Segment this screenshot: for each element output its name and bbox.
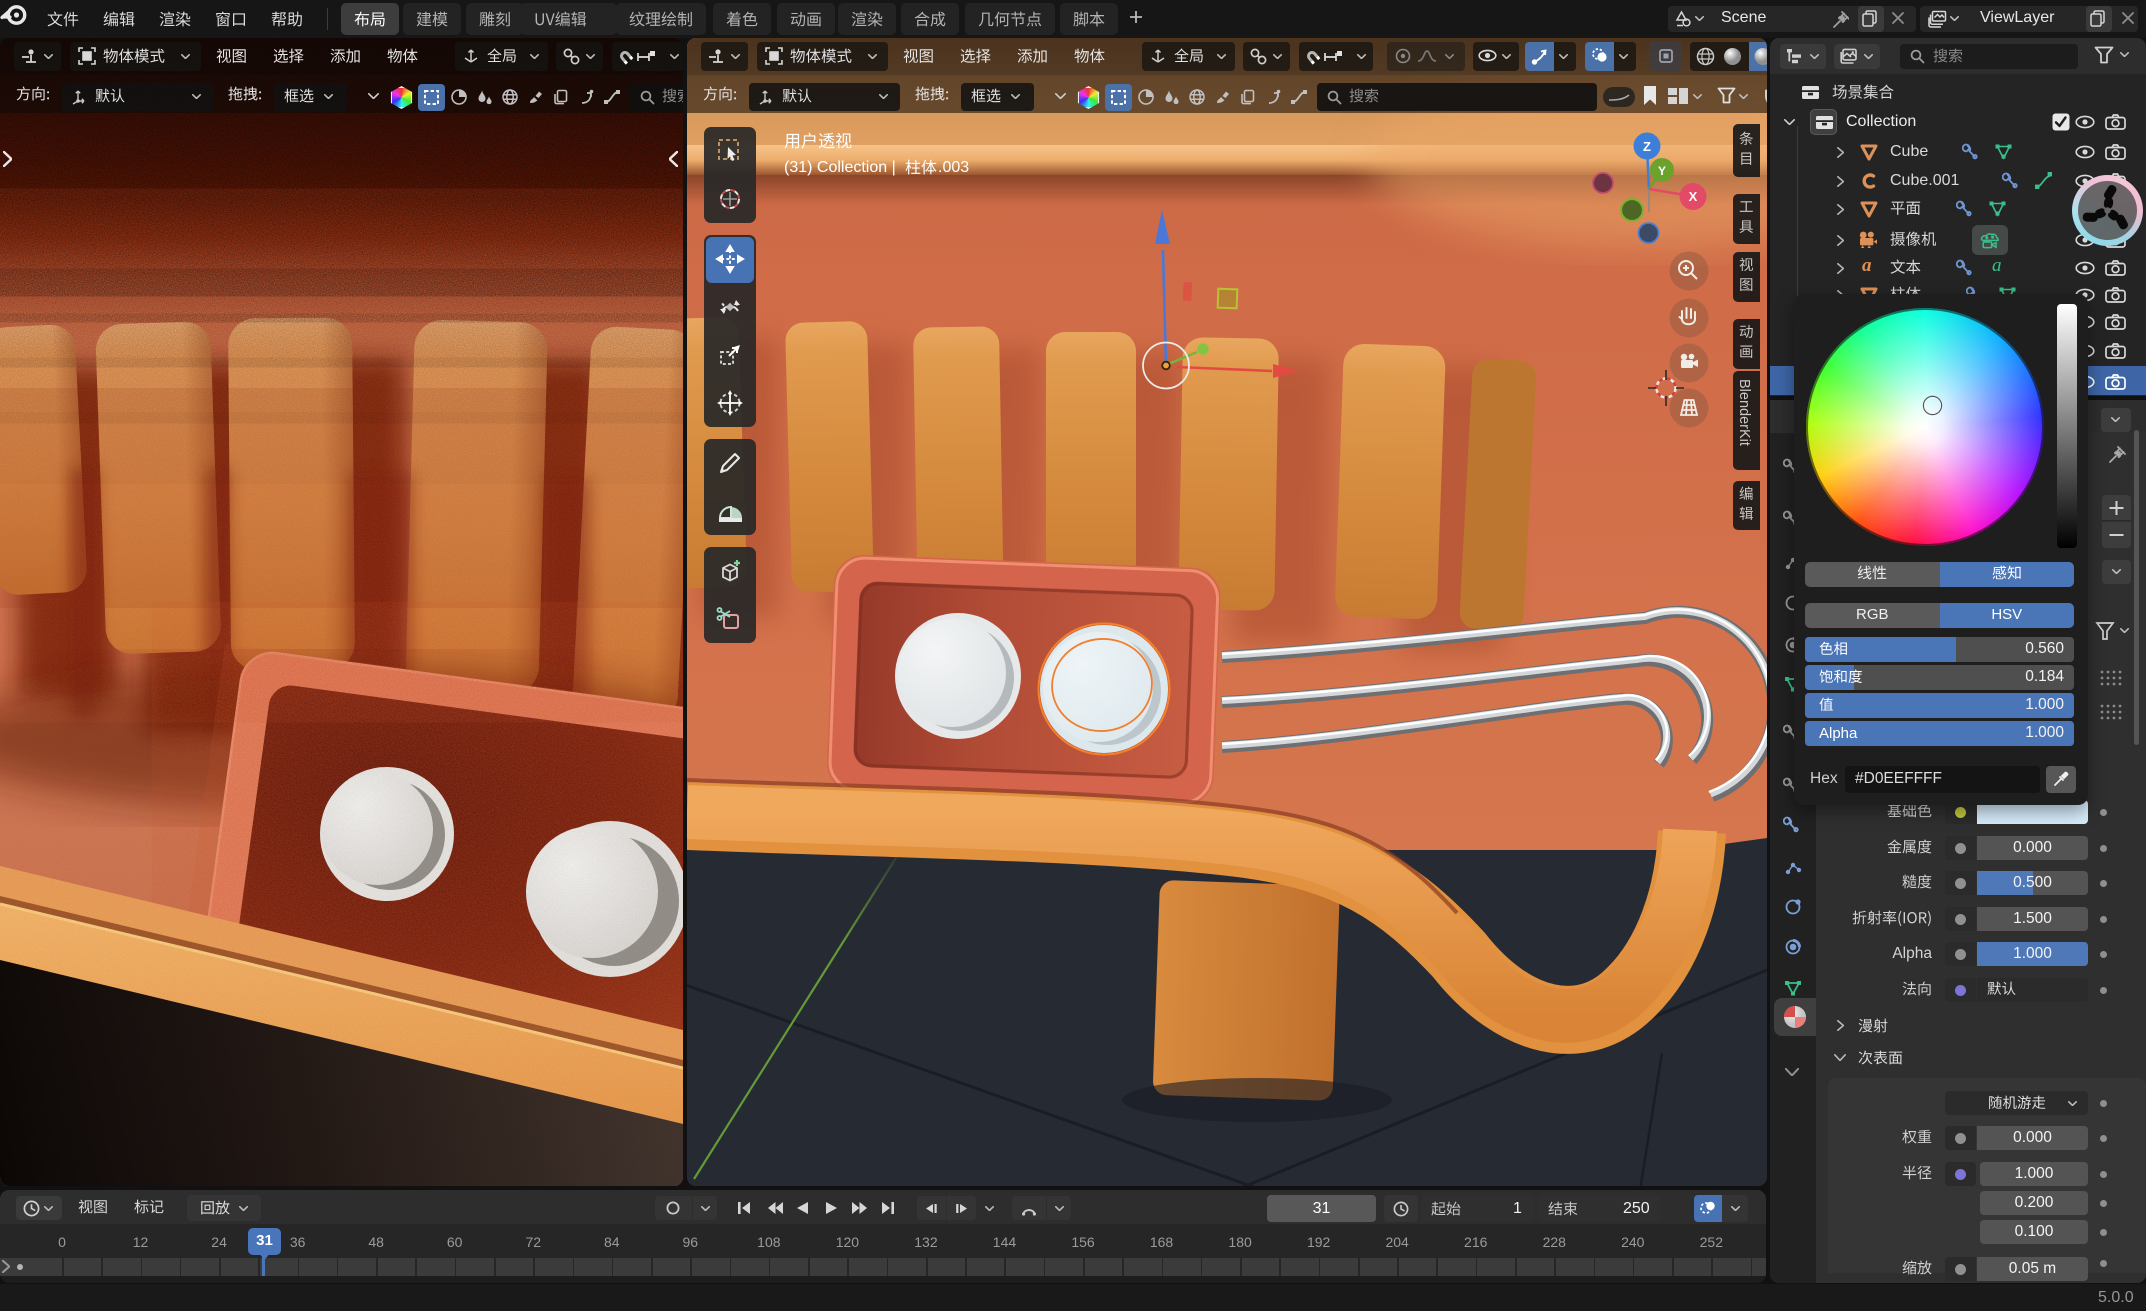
svg-text:Y: Y	[1658, 164, 1666, 178]
svg-text:Z: Z	[1643, 139, 1651, 154]
svg-text:X: X	[1689, 189, 1698, 204]
